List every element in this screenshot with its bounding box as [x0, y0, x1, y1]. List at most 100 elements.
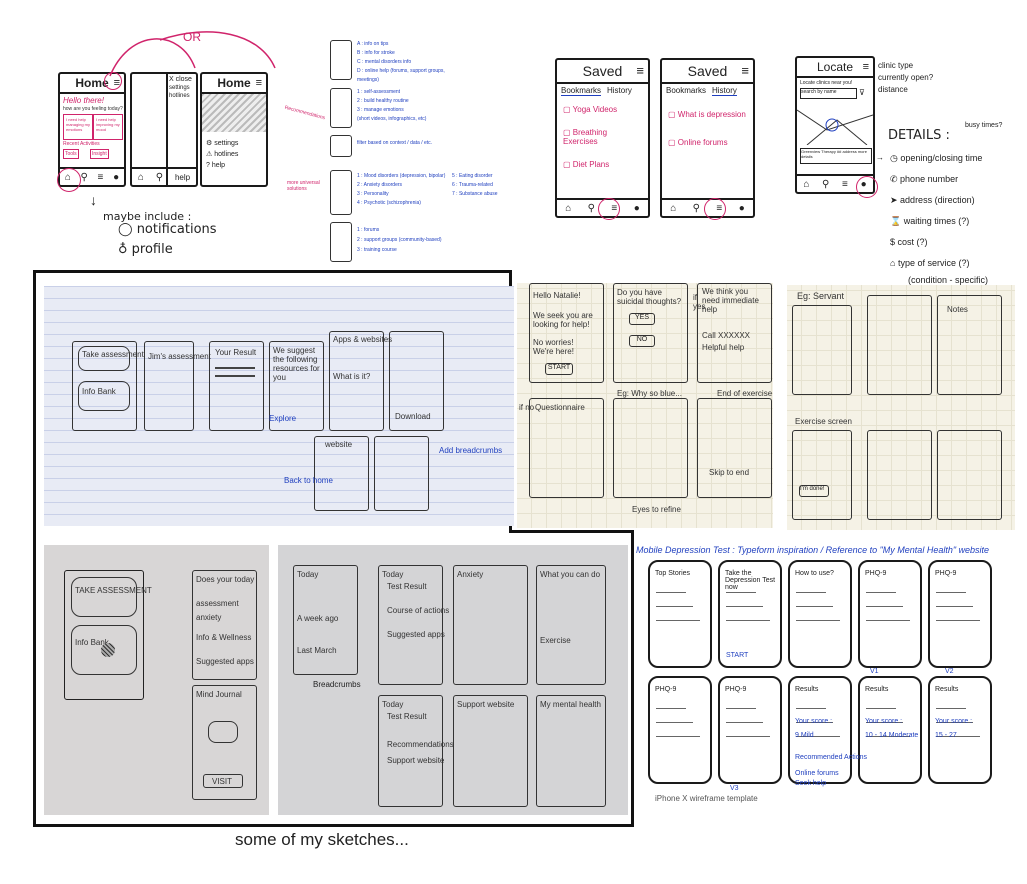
notebook-photo-1: Take assessment Info Bank Jim's assessme…: [44, 286, 514, 526]
search-icon-6: ⚲: [822, 178, 830, 190]
wireframe-note: Recommended Actions: [795, 754, 867, 761]
note-k3: 7 : Substance abuse: [452, 191, 498, 197]
note-i: filter based on context / data / etc.: [357, 140, 433, 146]
wireframe-title: PHQ-9: [865, 570, 887, 577]
mini-phone-4: [330, 170, 352, 215]
wireframe-title: Take the Depression Test now: [725, 570, 776, 591]
highlight-circle: [57, 168, 81, 192]
menu-icon-2: ≡: [255, 77, 262, 89]
mobile-wireframe-2-5: Results: [928, 676, 992, 784]
drawer-hotlines: hotlines: [169, 93, 190, 99]
question: how are you feeling today?: [63, 106, 123, 112]
search-icon-5: ⚲: [692, 202, 700, 214]
dimmed-area: [202, 94, 266, 132]
wireframe-note: V3: [730, 785, 739, 792]
note-c: C : mental disorders info: [357, 59, 412, 65]
note-l1: 1 : forums: [357, 227, 380, 233]
mini-phone-2: [330, 88, 352, 128]
filter-icon[interactable]: ⊽: [859, 88, 865, 97]
note-g: 3 : manage emotions: [357, 107, 404, 113]
arrow-right-icon: →: [876, 153, 884, 162]
card-1: I need help managing my emotions: [63, 114, 93, 140]
canvas1-no: NO: [629, 335, 655, 347]
note-k1: 5 : Eating disorder: [452, 173, 493, 179]
wireframe-note: 9 Mild: [795, 732, 814, 739]
history-item-2: ▢ Online forums: [668, 138, 728, 147]
note-f: 2 : build healthy routine: [357, 98, 409, 104]
canvas1-yes: YES: [629, 313, 655, 325]
menu-icon-4: ≡: [741, 63, 749, 78]
wireframe-title: PHQ-9: [725, 686, 747, 693]
wireframe-title: How to use?: [795, 570, 834, 577]
mobile-wireframe-2-3: Results: [788, 676, 852, 784]
explore-note: Explore: [269, 414, 297, 423]
search-icon: ⚲: [80, 171, 88, 183]
detail-address: ➤ address (direction): [890, 195, 975, 205]
saved-history-sketch: Saved ≡ Bookmarks History ▢ What is depre…: [660, 58, 755, 218]
home-icon-6: ⌂: [803, 178, 810, 190]
drawer-screen-sketch: X close settings hotlines ⌂ ⚲ help: [130, 72, 198, 187]
mobile-wireframe-2-1: PHQ-9: [648, 676, 712, 784]
locate-side-notes: clinic type currently open? distance: [878, 60, 933, 96]
note-j3: 3 : Personality: [357, 191, 389, 197]
home-icon-4: ⌂: [565, 202, 572, 214]
note-h: (short videos, infographics, etc): [357, 116, 427, 122]
wireframe-title: Results: [935, 686, 959, 693]
profile-note: ♁ profile: [118, 242, 173, 257]
map-sketch: [797, 109, 873, 145]
mobile-wireframe-1-5: PHQ-9: [928, 560, 992, 668]
locate-sketch: Locate ≡ Locate clinics near you! search …: [795, 56, 875, 194]
locate-note-2: currently open?: [878, 73, 934, 82]
note-l2: 2 : support groups (community-based): [357, 237, 442, 243]
mini-phone-5: [330, 222, 352, 262]
menu-hotlines: ⚠ hotlines: [206, 151, 239, 158]
back-home-note: Back to home: [284, 476, 333, 485]
saved-item-1: ▢ Yoga Videos: [563, 105, 618, 114]
mobile-wireframe-1-4: PHQ-9: [858, 560, 922, 668]
note-j2: 2 : Anxiety disorders: [357, 182, 403, 188]
mobile-wireframe-2-2: PHQ-9: [718, 676, 782, 784]
clinic-card: Greenview Therapy ## address more detail…: [800, 148, 872, 164]
wireframe-title: PHQ-9: [935, 570, 957, 577]
menu-icon-3: ≡: [636, 63, 644, 78]
greeting: Hello there!: [63, 96, 104, 105]
wireframe-title: Results: [865, 686, 889, 693]
mobile-wireframe-1-1: Top Stories: [648, 560, 712, 668]
locate-note-3: distance: [878, 85, 908, 94]
canvas1-hello: Hello Natalie!: [533, 291, 581, 300]
details-heading: DETAILS :: [888, 128, 950, 143]
details-list: ◷ opening/closing time ✆ phone number ➤ …: [890, 148, 988, 291]
wireframe-note: V2: [945, 668, 954, 675]
highlight-history: [704, 198, 726, 220]
note-a: A : info on tips: [357, 41, 389, 47]
chip-tools: Tools: [63, 149, 79, 159]
mobile-wireframe-2-4: Results: [858, 676, 922, 784]
tab-bookmarks-2: Bookmarks: [666, 86, 707, 95]
locate-search-input[interactable]: search by name: [800, 88, 857, 99]
drawer-settings: settings: [169, 85, 190, 91]
canvas1-start: START: [545, 363, 573, 375]
wireframe-note: 10 - 14 Moderate: [865, 732, 919, 739]
wireframe-title: PHQ-9: [655, 686, 677, 693]
note-l3: 3 : training course: [357, 247, 397, 253]
wireframe-title: Top Stories: [655, 570, 691, 577]
frame-edge-2: [509, 530, 634, 533]
iphone-template-label: iPhone X wireframe template: [655, 794, 758, 803]
wireframe-note: V1: [870, 668, 879, 675]
canvas-photo-1: Hello Natalie! We seek you are looking f…: [517, 283, 773, 528]
pin-icon-4: ●: [633, 202, 640, 214]
or-label: OR: [183, 30, 201, 44]
mini-phone-3: [330, 135, 352, 157]
history-item-1: ▢ What is depression: [668, 110, 746, 119]
paper-photo-3: Today A week ago Last March Breadcrumbs To…: [278, 545, 628, 815]
add-breadcrumbs-note: Add breadcrumbs: [439, 446, 503, 455]
highlight-locate: [856, 176, 878, 198]
pin-icon-5: ●: [738, 202, 745, 214]
chip-insight: Insight: [90, 149, 109, 159]
search-icon-2: ⚲: [155, 171, 164, 183]
down-arrow-icon: ↓: [90, 192, 97, 208]
note-j1: 1 : Mood disorders (depression, bipolar): [357, 173, 446, 179]
help-footer: help: [174, 172, 191, 182]
locate-note-1: clinic type: [878, 61, 914, 70]
wireframe-note: Your score :: [865, 718, 903, 725]
